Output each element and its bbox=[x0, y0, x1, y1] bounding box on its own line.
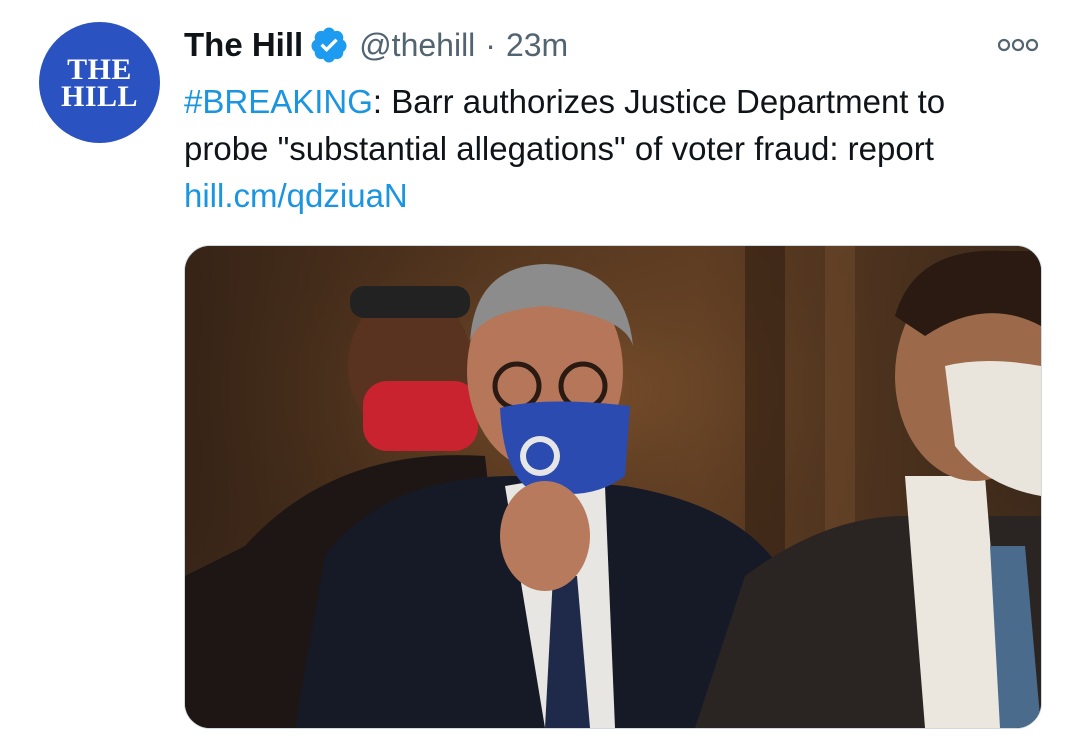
avatar-text-line1: THE bbox=[67, 52, 132, 86]
handle[interactable]: @thehill bbox=[359, 27, 475, 64]
verified-badge-icon bbox=[309, 25, 349, 65]
avatar[interactable]: THE HILL bbox=[39, 22, 160, 143]
separator: · bbox=[485, 26, 496, 63]
tweet-header: The Hill @thehill · 23m bbox=[184, 22, 568, 68]
timestamp[interactable]: 23m bbox=[506, 27, 568, 64]
hashtag-link[interactable]: #BREAKING bbox=[184, 83, 373, 120]
tweet-text-line1: #BREAKING: Barr authorizes Justice Depar… bbox=[184, 78, 1054, 125]
tweet-photo[interactable] bbox=[184, 245, 1042, 729]
tweet-link[interactable]: hill.cm/qdziuaN bbox=[184, 172, 1054, 219]
tweet-text-line1-rest: : Barr authorizes Justice Department to bbox=[372, 83, 946, 120]
photo-illustration bbox=[185, 246, 1041, 728]
display-name[interactable]: The Hill bbox=[184, 26, 303, 64]
more-options-icon[interactable] bbox=[992, 32, 1044, 58]
tweet-text: #BREAKING: Barr authorizes Justice Depar… bbox=[184, 78, 1054, 219]
avatar-text-line2: HILL bbox=[60, 79, 139, 113]
tweet-text-line2: probe "substantial allegations" of voter… bbox=[184, 130, 934, 167]
